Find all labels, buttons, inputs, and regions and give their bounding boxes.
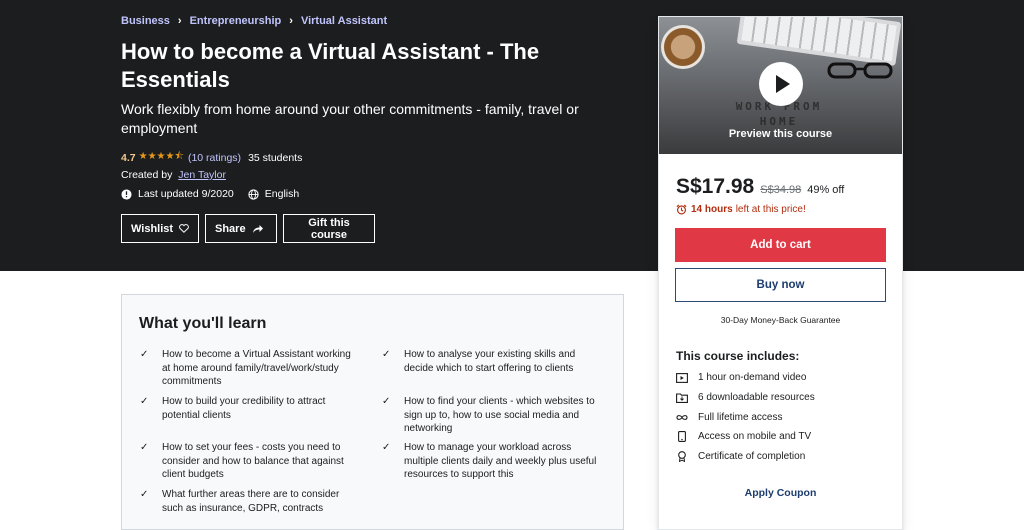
check-icon: ✓ xyxy=(140,442,149,453)
timer-text: left at this price! xyxy=(735,204,806,215)
instructor-link[interactable]: Jen Taylor xyxy=(178,169,226,181)
infinity-icon xyxy=(676,412,688,423)
course-language: English xyxy=(264,188,300,200)
breadcrumb-business[interactable]: Business xyxy=(121,15,170,27)
purchase-sidebar: WORK FROM HOME Preview this course S$17.… xyxy=(658,16,903,530)
course-actions: Wishlist Share Gift this course xyxy=(121,214,375,243)
last-updated: Last updated 9/2020 xyxy=(138,188,234,200)
includes-label: Certificate of completion xyxy=(698,451,806,462)
includes-item: Certificate of completion xyxy=(676,451,805,462)
buy-now-button[interactable]: Buy now xyxy=(675,268,886,302)
course-title: How to become a Virtual Assistant - The … xyxy=(121,39,540,92)
star-rating-icon: ★★★★⯪ xyxy=(138,151,184,162)
what-youll-learn: What you'll learn ✓ How to become a Virtu… xyxy=(121,294,624,530)
includes-label: Full lifetime access xyxy=(698,412,783,423)
alert-clock-icon xyxy=(121,188,132,200)
chevron-right-icon: › xyxy=(177,15,182,27)
includes-item: 1 hour on-demand video xyxy=(676,372,806,383)
coffee-cup-image xyxy=(661,25,705,69)
learn-item: ✓ How to analyse your existing skills and… xyxy=(382,348,600,375)
rating-summary: 4.7 ★★★★⯪ (10 ratings) 35 students xyxy=(121,149,302,166)
alarm-clock-icon xyxy=(676,204,687,215)
original-price: S$34.98 xyxy=(760,184,802,196)
current-price: S$17.98 xyxy=(676,175,755,198)
apply-coupon-link[interactable]: Apply Coupon xyxy=(659,487,902,499)
includes-item: Access on mobile and TV xyxy=(676,431,811,442)
price-block: S$17.98 S$34.98 49% off xyxy=(676,175,844,199)
includes-label: 1 hour on-demand video xyxy=(698,372,807,383)
money-back-guarantee: 30-Day Money-Back Guarantee xyxy=(720,315,841,325)
includes-title: This course includes: xyxy=(676,349,800,363)
learn-item-text: How to manage your workload across multi… xyxy=(404,442,597,481)
check-icon: ✓ xyxy=(140,349,149,360)
glasses-image xyxy=(827,62,893,79)
breadcrumb: Business › Entrepreneurship › Virtual As… xyxy=(121,15,387,27)
timer-hours: 14 hours xyxy=(691,204,733,215)
check-icon: ✓ xyxy=(382,396,391,407)
learn-item: ✓ How to set your fees - costs you need t… xyxy=(140,441,358,482)
learn-item: ✓ How to find your clients - which websit… xyxy=(382,395,600,436)
download-icon xyxy=(676,392,688,403)
wishlist-label: Wishlist xyxy=(131,222,174,235)
learn-item-text: How to become a Virtual Assistant workin… xyxy=(162,349,351,388)
learn-item: ✓ How to become a Virtual Assistant worki… xyxy=(140,348,358,389)
course-subtitle: Work flexibly from home around your othe… xyxy=(121,101,579,136)
rating-value: 4.7 xyxy=(121,151,136,164)
includes-item: 6 downloadable resources xyxy=(676,392,815,403)
created-by: Created by Jen Taylor xyxy=(121,169,226,181)
breadcrumb-entrepreneurship[interactable]: Entrepreneurship xyxy=(190,15,282,27)
share-button[interactable]: Share xyxy=(205,214,277,243)
check-icon: ✓ xyxy=(140,489,149,500)
student-count: 35 students xyxy=(248,151,303,164)
learn-item: ✓ How to manage your workload across mult… xyxy=(382,441,600,482)
heart-icon xyxy=(179,224,189,233)
created-by-label: Created by xyxy=(121,169,173,181)
check-icon: ✓ xyxy=(140,396,149,407)
play-icon[interactable] xyxy=(759,62,803,106)
breadcrumb-virtual-assistant[interactable]: Virtual Assistant xyxy=(301,15,387,27)
discount-percent: 49% off xyxy=(807,184,845,196)
learn-item-text: How to set your fees - costs you need to… xyxy=(162,442,344,481)
add-to-cart-button[interactable]: Add to cart xyxy=(675,228,886,262)
certificate-icon xyxy=(676,451,688,462)
includes-label: 6 downloadable resources xyxy=(698,392,815,403)
gift-course-button[interactable]: Gift this course xyxy=(283,214,375,243)
learn-item-text: How to build your credibility to attract… xyxy=(162,396,326,421)
video-icon xyxy=(676,372,688,383)
preview-label: Preview this course xyxy=(728,128,833,140)
check-icon: ✓ xyxy=(382,442,391,453)
share-label: Share xyxy=(215,222,246,235)
price-timer: 14 hours left at this price! xyxy=(676,204,806,215)
share-arrow-icon xyxy=(252,225,263,233)
wishlist-button[interactable]: Wishlist xyxy=(121,214,199,243)
learn-item: ✓ What further areas there are to conside… xyxy=(140,488,358,515)
learn-item-text: How to find your clients - which website… xyxy=(404,396,595,435)
check-icon: ✓ xyxy=(382,349,391,360)
learn-item-text: What further areas there are to consider… xyxy=(162,489,340,514)
learn-title: What you'll learn xyxy=(139,315,267,332)
course-meta: Last updated 9/2020 English xyxy=(121,188,299,200)
chevron-right-icon: › xyxy=(289,15,293,27)
rating-count-link[interactable]: (10 ratings) xyxy=(188,152,241,164)
learn-item: ✓ How to build your credibility to attrac… xyxy=(140,395,358,422)
gift-course-label: Gift this course xyxy=(308,216,350,241)
globe-icon xyxy=(248,188,259,200)
includes-label: Access on mobile and TV xyxy=(698,431,812,442)
includes-item: Full lifetime access xyxy=(676,412,782,423)
learn-item-text: How to analyse your existing skills and … xyxy=(404,349,576,374)
course-preview-video[interactable]: WORK FROM HOME Preview this course xyxy=(659,17,902,154)
mobile-icon xyxy=(676,431,688,442)
